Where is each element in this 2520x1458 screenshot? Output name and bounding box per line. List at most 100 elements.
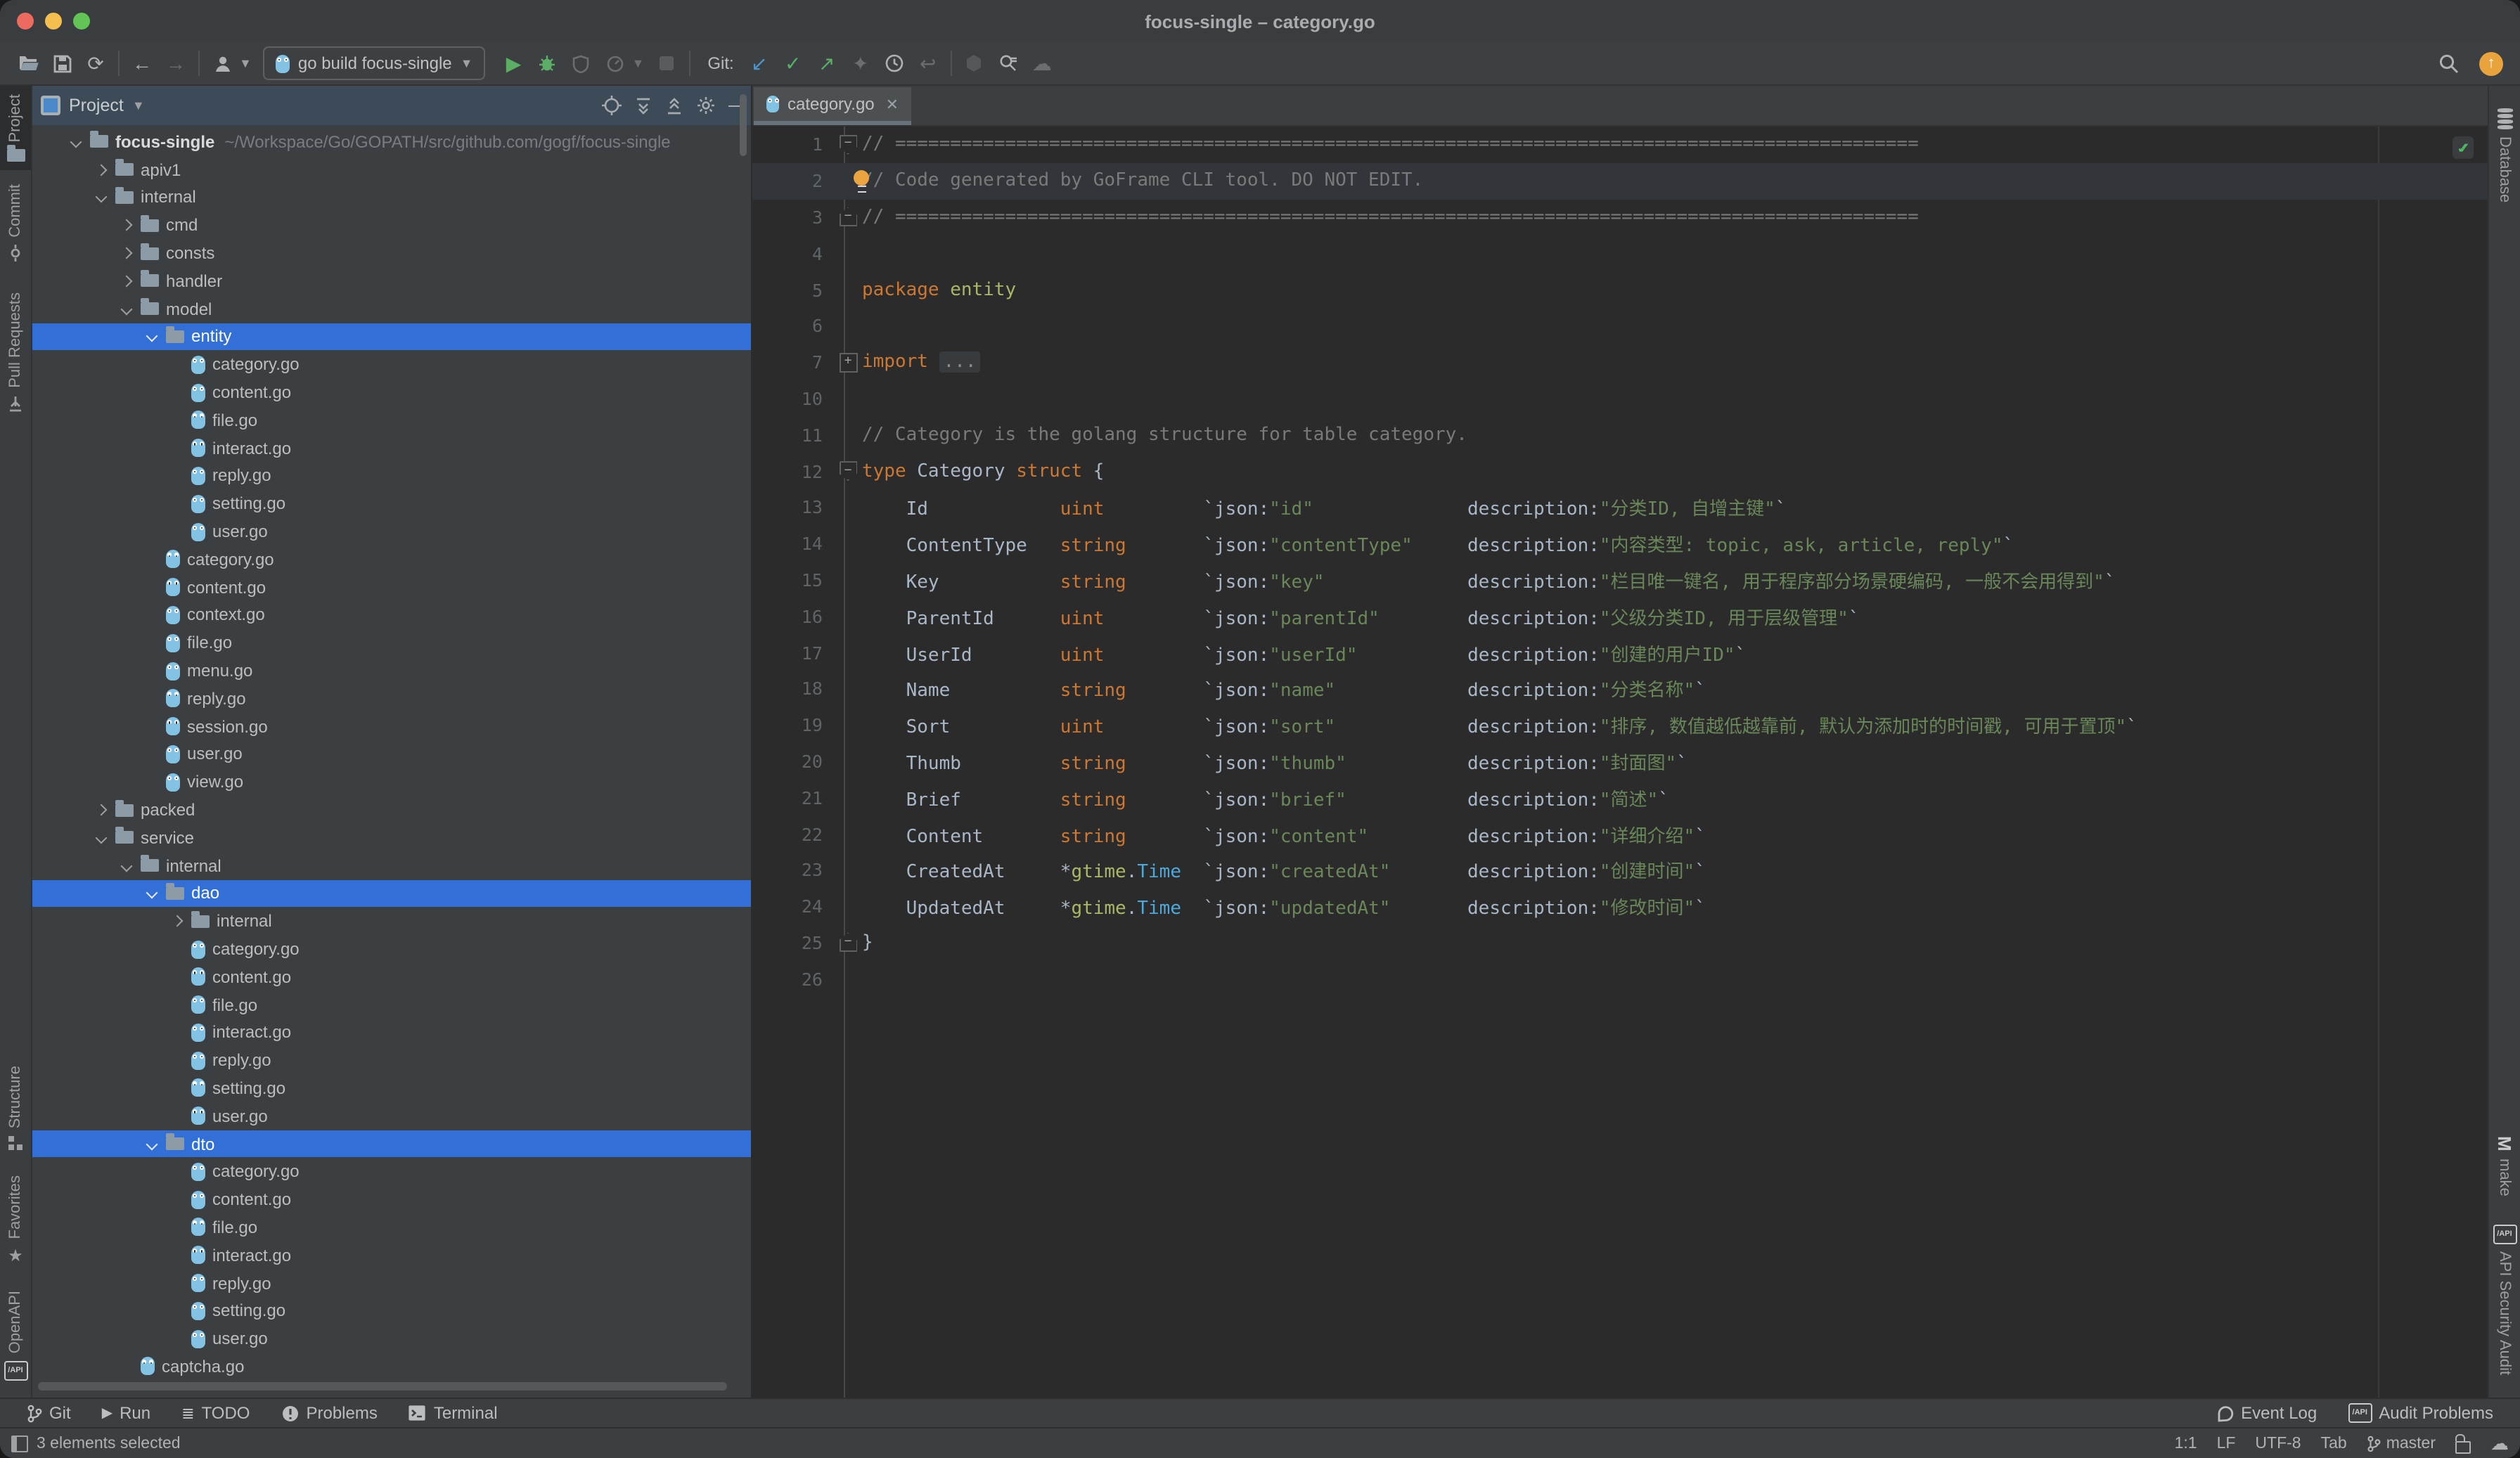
code-line-23[interactable]: 23 CreatedAt *gtime.Time `json:"createdA… — [752, 852, 2488, 889]
tree-row-content.go[interactable]: content.go — [32, 963, 751, 991]
search-history-icon[interactable] — [991, 46, 1025, 80]
sidebar-item-project[interactable]: Project — [0, 86, 31, 171]
fold-marker-icon[interactable]: + — [834, 352, 862, 372]
tree-row-category.go[interactable]: category.go — [32, 1158, 751, 1186]
sidebar-item-favorites[interactable]: Favorites ★ — [0, 1167, 31, 1275]
sidebar-item-database[interactable]: Database — [2489, 100, 2520, 210]
code-editor[interactable]: 1−// ===================================… — [752, 127, 2488, 1398]
locate-file-icon[interactable] — [602, 96, 622, 115]
collapse-all-icon[interactable] — [665, 96, 683, 115]
back-icon[interactable]: ← — [125, 46, 159, 80]
tree-row-setting.go[interactable]: setting.go — [32, 1074, 751, 1102]
tree-row-focus-single[interactable]: focus-single~/Workspace/Go/GOPATH/src/gi… — [32, 128, 751, 156]
sidebar-item-commit[interactable]: Commit — [0, 176, 31, 271]
tree-row-file.go[interactable]: file.go — [32, 1213, 751, 1241]
tree-row-internal[interactable]: internal — [32, 908, 751, 936]
tree-row-internal[interactable]: internal — [32, 851, 751, 879]
chevron-down-icon[interactable]: ▼ — [239, 56, 252, 70]
tree-row-content.go[interactable]: content.go — [32, 378, 751, 406]
tree-row-file.go[interactable]: file.go — [32, 991, 751, 1019]
code-line-12[interactable]: 12−type Category struct { — [752, 453, 2488, 489]
cloud-settings-icon[interactable]: ☁ — [2490, 1432, 2509, 1454]
chevron-down-icon[interactable] — [142, 327, 162, 347]
run-configuration-select[interactable]: go build focus-single ▼ — [263, 46, 486, 80]
chevron-right-icon[interactable] — [91, 160, 111, 179]
tree-row-handler[interactable]: handler — [32, 267, 751, 295]
tree-row-interact.go[interactable]: interact.go — [32, 434, 751, 463]
fold-marker-icon[interactable]: − — [834, 933, 862, 953]
code-line-25[interactable]: 25−} — [752, 924, 2488, 961]
tree-row-file.go[interactable]: file.go — [32, 629, 751, 657]
sidebar-item-pull-requests[interactable]: Pull Requests — [0, 284, 31, 420]
tree-row-content.go[interactable]: content.go — [32, 1186, 751, 1214]
sidebar-item-structure[interactable]: Structure — [0, 1058, 31, 1159]
git-push-icon[interactable]: ↗ — [810, 46, 844, 80]
chevron-down-icon[interactable] — [117, 856, 136, 875]
tree-vertical-scrollbar[interactable] — [740, 94, 747, 156]
code-line-20[interactable]: 20 Thumb string `json:"thumb" descriptio… — [752, 743, 2488, 780]
tree-row-setting.go[interactable]: setting.go — [32, 490, 751, 518]
tree-row-user.go[interactable]: user.go — [32, 740, 751, 768]
status-line-ending[interactable]: LF — [2217, 1435, 2236, 1452]
unlock-icon[interactable] — [2455, 1440, 2471, 1453]
tree-row-session.go[interactable]: session.go — [32, 712, 751, 740]
run-button[interactable]: ▶ — [497, 46, 531, 80]
tree-row-cmd[interactable]: cmd — [32, 212, 751, 240]
code-line-14[interactable]: 14 ContentType string `json:"contentType… — [752, 526, 2488, 562]
code-line-1[interactable]: 1−// ===================================… — [752, 127, 2488, 163]
chevron-down-icon[interactable] — [142, 1134, 162, 1154]
tree-row-interact.go[interactable]: interact.go — [32, 1019, 751, 1047]
tree-row-dao[interactable]: dao — [32, 879, 751, 908]
tree-row-category.go[interactable]: category.go — [32, 546, 751, 574]
status-indent[interactable]: Tab — [2321, 1435, 2347, 1452]
tree-row-consts[interactable]: consts — [32, 239, 751, 267]
debug-button[interactable] — [531, 46, 565, 80]
status-caret-position[interactable]: 1:1 — [2175, 1435, 2197, 1452]
fold-marker-icon[interactable]: − — [834, 461, 862, 481]
chevron-right-icon[interactable] — [117, 243, 136, 263]
code-line-26[interactable]: 26 — [752, 961, 2488, 998]
tree-row-internal[interactable]: internal — [32, 183, 751, 212]
code-line-6[interactable]: 6 — [752, 308, 2488, 344]
tree-row-menu.go[interactable]: menu.go — [32, 657, 751, 685]
tree-row-entity[interactable]: entity — [32, 323, 751, 351]
code-line-10[interactable]: 10 — [752, 380, 2488, 417]
git-update-icon[interactable]: ↙ — [742, 46, 776, 80]
tool-window-switcher-icon[interactable] — [11, 1435, 28, 1452]
tree-row-category.go[interactable]: category.go — [32, 351, 751, 379]
code-line-24[interactable]: 24 UpdatedAt *gtime.Time `json:"updatedA… — [752, 888, 2488, 924]
user-icon[interactable] — [205, 46, 239, 80]
tree-horizontal-scrollbar[interactable] — [38, 1382, 727, 1391]
tree-row-category.go[interactable]: category.go — [32, 935, 751, 963]
status-git-branch[interactable]: master — [2367, 1435, 2436, 1452]
toolwindow-terminal[interactable]: Terminal — [396, 1399, 510, 1427]
sidebar-item-api-security-audit[interactable]: /API API Security Audit — [2489, 1216, 2520, 1383]
tree-row-content.go[interactable]: content.go — [32, 574, 751, 602]
toolwindow-event-log[interactable]: Event Log — [2203, 1403, 2329, 1423]
code-line-11[interactable]: 11// Category is the golang structure fo… — [752, 417, 2488, 453]
toolwindow-todo[interactable]: ≣ TODO — [169, 1399, 262, 1427]
toolwindow-problems[interactable]: Problems — [268, 1399, 390, 1427]
project-panel-title[interactable]: Project — [69, 96, 124, 115]
code-line-18[interactable]: 18 Name string `json:"name" description:… — [752, 671, 2488, 707]
search-everywhere-icon[interactable] — [2431, 46, 2465, 80]
tree-row-model[interactable]: model — [32, 295, 751, 323]
chevron-down-icon[interactable] — [91, 828, 111, 848]
fold-marker-icon[interactable]: − — [834, 135, 862, 155]
code-line-13[interactable]: 13 Id uint `json:"id" description:"分类ID,… — [752, 489, 2488, 526]
tree-row-user.go[interactable]: user.go — [32, 1102, 751, 1130]
tree-row-user.go[interactable]: user.go — [32, 1325, 751, 1353]
chevron-right-icon[interactable] — [167, 911, 187, 931]
code-line-15[interactable]: 15 Key string `json:"key" description:"栏… — [752, 562, 2488, 598]
tree-row-file.go[interactable]: file.go — [32, 406, 751, 434]
intention-bulb-icon[interactable] — [854, 170, 869, 186]
code-line-4[interactable]: 4 — [752, 236, 2488, 272]
chevron-down-icon[interactable] — [66, 132, 86, 152]
tree-row-user.go[interactable]: user.go — [32, 517, 751, 546]
expand-all-icon[interactable] — [634, 96, 652, 115]
close-icon[interactable]: ✕ — [886, 95, 899, 113]
fold-marker-icon[interactable]: − — [834, 207, 862, 227]
code-line-5[interactable]: 5package entity — [752, 271, 2488, 308]
sidebar-item-make[interactable]: M make — [2489, 1128, 2520, 1205]
inspections-ok-icon[interactable]: ✓✓ — [2452, 136, 2474, 159]
